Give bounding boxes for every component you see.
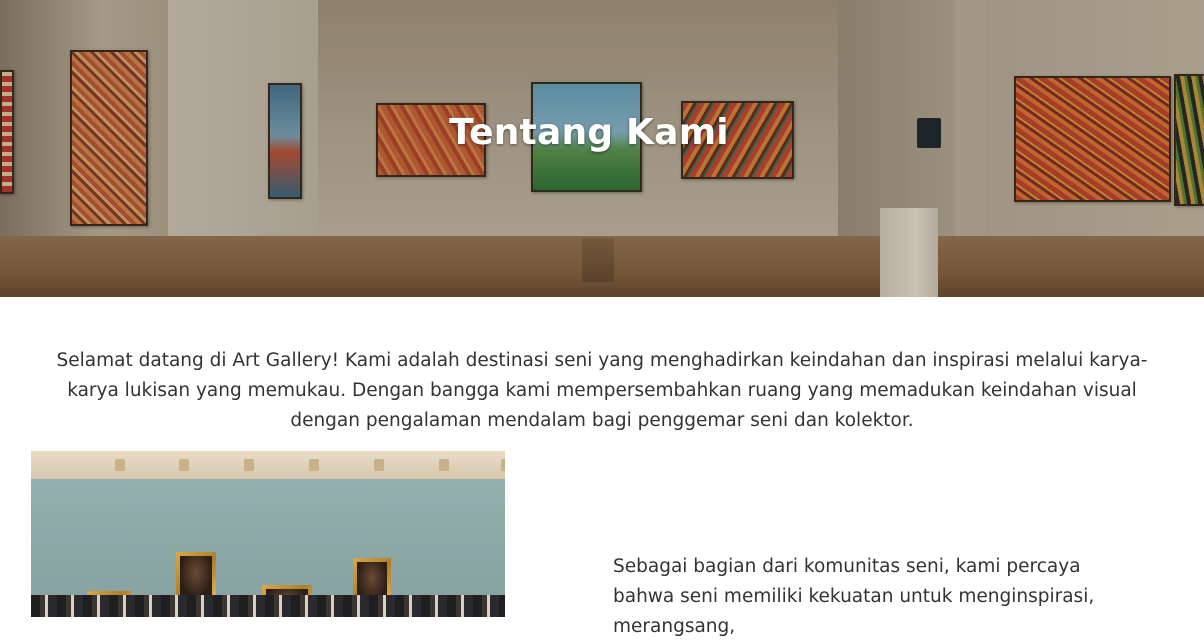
gallery-photo: [31, 451, 505, 617]
spotlight-icon: [439, 459, 449, 471]
spotlight-icon: [309, 459, 319, 471]
hero-banner: Tentang Kami: [0, 0, 1204, 297]
about-paragraph: Sebagai bagian dari komunitas seni, kami…: [613, 556, 1095, 637]
visitors-crowd: [31, 595, 505, 617]
page-title: Tentang Kami: [449, 112, 729, 153]
spotlight-icon: [115, 459, 125, 471]
gallery-photo-ceiling: [31, 451, 505, 479]
spotlight-icon: [179, 459, 189, 471]
spotlight-icon: [374, 459, 384, 471]
spotlight-icon: [501, 459, 505, 471]
spotlight-icon: [244, 459, 254, 471]
intro-paragraph: Selamat datang di Art Gallery! Kami adal…: [56, 350, 1148, 431]
